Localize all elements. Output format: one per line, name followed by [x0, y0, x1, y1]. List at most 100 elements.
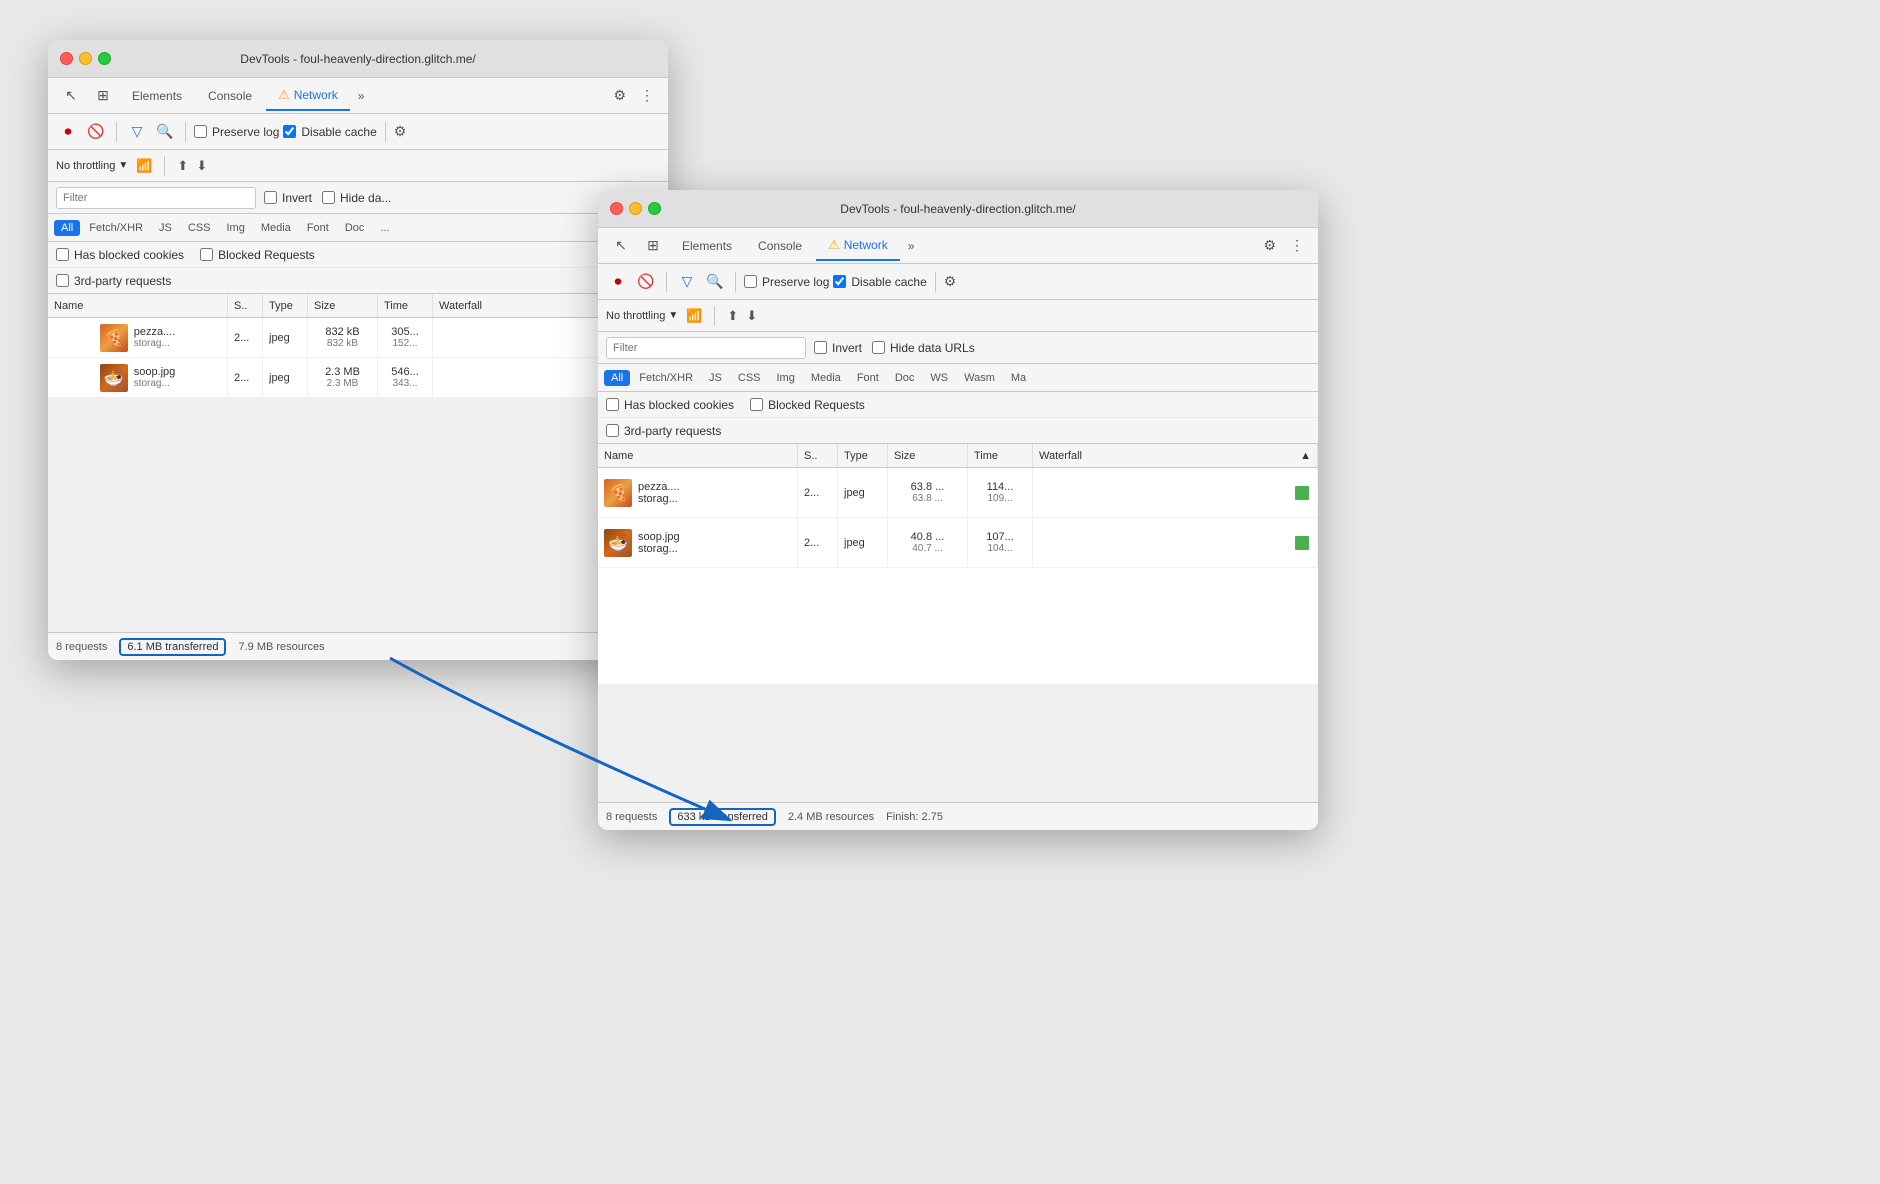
layers-icon-1[interactable]: ⊞ [88, 81, 118, 111]
type-font-2[interactable]: Font [850, 370, 886, 386]
third-party-label-1[interactable]: 3rd-party requests [56, 274, 171, 288]
throttle-value-1: No throttling [56, 160, 115, 172]
preserve-log-label-2[interactable]: Preserve log [744, 275, 829, 289]
clear-button-2[interactable]: 🚫 [634, 270, 658, 294]
type-img-1[interactable]: Img [220, 220, 252, 236]
minimize-button-2[interactable] [629, 202, 642, 215]
third-party-checkbox-2[interactable] [606, 424, 619, 437]
download-icon-2[interactable]: ⬇ [746, 308, 757, 324]
type-wasm-2[interactable]: Wasm [957, 370, 1002, 386]
preserve-log-checkbox-2[interactable] [744, 275, 757, 288]
type-fetch-xhr-2[interactable]: Fetch/XHR [632, 370, 700, 386]
preserve-log-checkbox-1[interactable] [194, 125, 207, 138]
blocked-cookies-label-1[interactable]: Has blocked cookies [56, 248, 184, 262]
disable-cache-label-2[interactable]: Disable cache [833, 275, 926, 289]
third-party-label-2[interactable]: 3rd-party requests [606, 424, 721, 438]
hide-data-urls-checkbox-2[interactable] [872, 341, 885, 354]
type-more-1[interactable]: ... [373, 220, 396, 236]
warning-icon-1: ⚠ [278, 87, 290, 103]
clear-button-1[interactable]: 🚫 [84, 120, 108, 144]
filter-icon-2[interactable]: ▽ [675, 270, 699, 294]
maximize-button-2[interactable] [648, 202, 661, 215]
type-media-2[interactable]: Media [804, 370, 848, 386]
menu-dots-icon-2[interactable]: ⋮ [1284, 233, 1310, 258]
type-media-1[interactable]: Media [254, 220, 298, 236]
blocked-cookies-checkbox-1[interactable] [56, 248, 69, 261]
warning-icon-2: ⚠ [828, 237, 840, 253]
tab-network-1[interactable]: ⚠ Network [266, 81, 350, 111]
cursor-icon-1[interactable]: ↖ [56, 81, 86, 111]
layers-icon-2[interactable]: ⊞ [638, 231, 668, 261]
type-css-2[interactable]: CSS [731, 370, 768, 386]
invert-label-1[interactable]: Invert [264, 191, 312, 205]
filter-input-1[interactable] [56, 187, 256, 209]
type-js-2[interactable]: JS [702, 370, 729, 386]
throttle-select-2[interactable]: No throttling ▼ [606, 310, 678, 322]
disable-cache-label-1[interactable]: Disable cache [283, 125, 376, 139]
upload-icon-2[interactable]: ⬆ [727, 308, 738, 324]
type-ma-2[interactable]: Ma [1004, 370, 1033, 386]
table-row-pizza-2[interactable]: 🍕 pezza.... storag... 2... jpeg 63.8 ...… [598, 468, 1318, 518]
table-row-2[interactable]: 🍜 soop.jpg storag... 2... jpeg 2.3 MB 2.… [48, 358, 668, 398]
gear-icon-1[interactable]: ⚙ [607, 83, 632, 108]
disable-cache-checkbox-1[interactable] [283, 125, 296, 138]
hide-data-urls-label-2[interactable]: Hide data URLs [872, 341, 975, 355]
type-fetch-xhr-1[interactable]: Fetch/XHR [82, 220, 150, 236]
tab-console-1[interactable]: Console [196, 81, 264, 111]
type-doc-1[interactable]: Doc [338, 220, 372, 236]
third-party-checkbox-1[interactable] [56, 274, 69, 287]
throttle-select-1[interactable]: No throttling ▼ [56, 160, 128, 172]
td-size-pizza-1: 832 kB 832 kB [308, 318, 378, 357]
type-all-1[interactable]: All [54, 220, 80, 236]
hide-data-urls-label-1[interactable]: Hide da... [322, 191, 391, 205]
invert-checkbox-1[interactable] [264, 191, 277, 204]
blocked-requests-checkbox-1[interactable] [200, 248, 213, 261]
type-font-1[interactable]: Font [300, 220, 336, 236]
table-row-soup-2[interactable]: 🍜 soop.jpg storag... 2... jpeg 40.8 ... … [598, 518, 1318, 568]
close-button-1[interactable] [60, 52, 73, 65]
search-icon-1[interactable]: 🔍 [153, 120, 177, 144]
tab-more-2[interactable]: » [902, 235, 921, 257]
maximize-button-1[interactable] [98, 52, 111, 65]
hide-data-urls-checkbox-1[interactable] [322, 191, 335, 204]
type-doc-2[interactable]: Doc [888, 370, 922, 386]
tab-elements-1[interactable]: Elements [120, 81, 194, 111]
record-button-2[interactable]: ⏺ [606, 270, 630, 294]
tab-network-2[interactable]: ⚠ Network [816, 231, 900, 261]
blocked-requests-checkbox-2[interactable] [750, 398, 763, 411]
menu-dots-icon-1[interactable]: ⋮ [634, 83, 660, 108]
download-icon-1[interactable]: ⬇ [196, 158, 207, 174]
td-waterfall-pizza-2 [1033, 468, 1318, 517]
type-css-1[interactable]: CSS [181, 220, 218, 236]
type-js-1[interactable]: JS [152, 220, 179, 236]
minimize-button-1[interactable] [79, 52, 92, 65]
filter-icon-1[interactable]: ▽ [125, 120, 149, 144]
cursor-icon-2[interactable]: ↖ [606, 231, 636, 261]
settings-icon-2[interactable]: ⚙ [944, 273, 957, 290]
settings-icon-1[interactable]: ⚙ [394, 123, 407, 140]
tab-console-2[interactable]: Console [746, 231, 814, 261]
search-icon-2[interactable]: 🔍 [703, 270, 727, 294]
record-button-1[interactable]: ⏺ [56, 120, 80, 144]
blocked-requests-label-1[interactable]: Blocked Requests [200, 248, 315, 262]
blocked-cookies-label-2[interactable]: Has blocked cookies [606, 398, 734, 412]
table-row-1[interactable]: 🍕 pezza.... storag... 2... jpeg 832 kB 8… [48, 318, 668, 358]
td-name-soup-2: 🍜 soop.jpg storag... [598, 518, 798, 567]
disable-cache-checkbox-2[interactable] [833, 275, 846, 288]
type-ws-2[interactable]: WS [923, 370, 955, 386]
preserve-log-label-1[interactable]: Preserve log [194, 125, 279, 139]
type-img-2[interactable]: Img [770, 370, 802, 386]
th-waterfall-2: Waterfall ▲ [1033, 444, 1318, 467]
gear-icon-2[interactable]: ⚙ [1257, 233, 1282, 258]
upload-icon-1[interactable]: ⬆ [177, 158, 188, 174]
tab-more-1[interactable]: » [352, 85, 371, 107]
invert-label-2[interactable]: Invert [814, 341, 862, 355]
type-all-2[interactable]: All [604, 370, 630, 386]
blocked-requests-label-2[interactable]: Blocked Requests [750, 398, 865, 412]
invert-checkbox-2[interactable] [814, 341, 827, 354]
close-button-2[interactable] [610, 202, 623, 215]
blocked-cookies-checkbox-2[interactable] [606, 398, 619, 411]
filter-input-2[interactable] [606, 337, 806, 359]
type-filter-bar-2: All Fetch/XHR JS CSS Img Media Font Doc … [598, 364, 1318, 392]
tab-elements-2[interactable]: Elements [670, 231, 744, 261]
